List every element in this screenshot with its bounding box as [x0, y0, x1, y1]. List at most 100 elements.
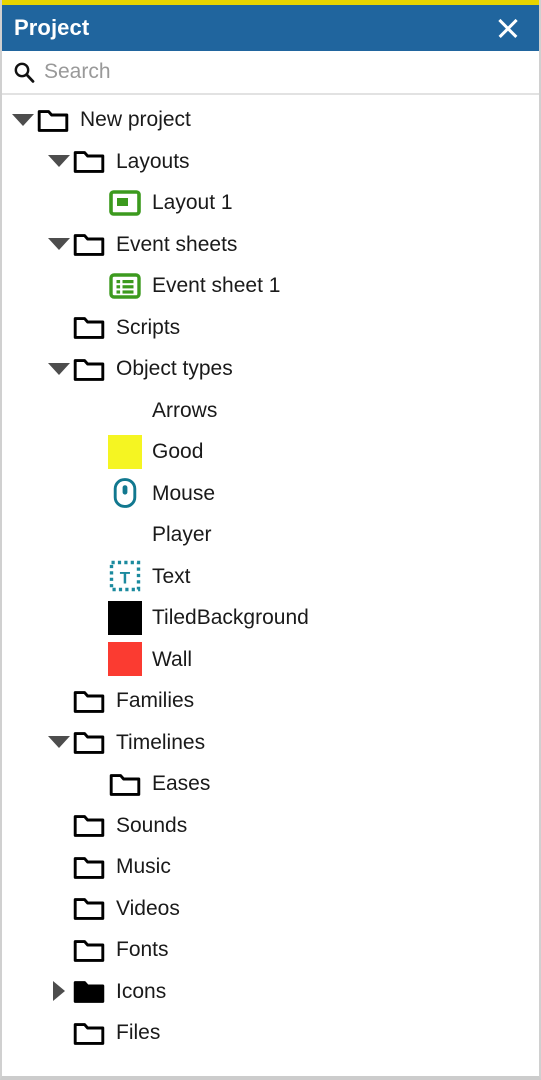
layout-icon [107, 188, 143, 218]
twisty-placeholder [47, 813, 71, 837]
chevron-down-icon[interactable] [47, 357, 71, 381]
tree-item-label: TiledBackground [152, 606, 309, 630]
twisty-placeholder [83, 440, 107, 464]
chevron-down-icon[interactable] [47, 730, 71, 754]
chevron-down-icon[interactable] [11, 108, 35, 132]
tree-item-label: Mouse [152, 481, 216, 505]
folder-outline-icon [71, 893, 107, 923]
project-panel: Project New project Layouts Layout 1 Event … [0, 0, 541, 1080]
folder-outline-icon [71, 686, 107, 716]
color-chip-icon [107, 642, 143, 677]
search-icon [13, 61, 35, 83]
folder-filled-icon [71, 976, 107, 1006]
tree-row[interactable]: Icons [2, 971, 539, 1013]
tree-item-label: Sounds [116, 813, 188, 837]
project-tree[interactable]: New project Layouts Layout 1 Event sheets Ev… [2, 95, 539, 1076]
tree-row[interactable]: T Text [2, 556, 539, 598]
twisty-placeholder [47, 1021, 71, 1045]
tree-row[interactable]: Arrows [2, 390, 539, 432]
folder-outline-icon [71, 312, 107, 342]
tree-row[interactable]: Mouse [2, 473, 539, 515]
twisty-placeholder [47, 689, 71, 713]
folder-outline-icon [71, 354, 107, 384]
tree-row[interactable]: Object types [2, 348, 539, 390]
tree-item-label: Wall [152, 647, 193, 671]
tree-row[interactable]: Families [2, 680, 539, 722]
tree-row[interactable]: Wall [2, 639, 539, 681]
tree-row[interactable]: Layouts [2, 141, 539, 183]
tree-item-label: Object types [116, 357, 233, 381]
panel-title: Project [14, 15, 90, 40]
tree-item-label: Layouts [116, 149, 190, 173]
tree-item-label: Player [152, 523, 212, 547]
mouse-icon [107, 478, 143, 509]
folder-outline-icon [35, 105, 71, 135]
twisty-placeholder [83, 564, 107, 588]
tree-row[interactable]: Eases [2, 763, 539, 805]
tree-item-label: Event sheet 1 [152, 274, 281, 298]
folder-outline-icon [71, 935, 107, 965]
twisty-placeholder [47, 938, 71, 962]
tree-item-label: Layout 1 [152, 191, 233, 215]
blank-icon [107, 395, 143, 425]
tree-item-label: Eases [152, 772, 211, 796]
tree-item-label: Videos [116, 896, 180, 920]
twisty-placeholder [83, 606, 107, 630]
folder-outline-icon [71, 1018, 107, 1048]
twisty-placeholder [83, 523, 107, 547]
tree-row[interactable]: Event sheets [2, 224, 539, 266]
tree-item-label: Music [116, 855, 171, 879]
twisty-placeholder [83, 398, 107, 422]
tree-row[interactable]: New project [2, 99, 539, 141]
tree-item-label: Arrows [152, 398, 218, 422]
color-chip-icon [107, 434, 143, 469]
chevron-down-icon[interactable] [47, 149, 71, 173]
chevron-down-icon[interactable] [47, 232, 71, 256]
event-sheet-icon [107, 271, 143, 301]
tree-item-label: Event sheets [116, 232, 238, 256]
tree-row[interactable]: Files [2, 1012, 539, 1054]
tree-item-label: Text [152, 564, 191, 588]
tree-row[interactable]: Event sheet 1 [2, 265, 539, 307]
twisty-placeholder [83, 481, 107, 505]
twisty-placeholder [83, 772, 107, 796]
tree-item-label: Good [152, 440, 204, 464]
chevron-right-icon[interactable] [47, 979, 71, 1003]
tree-row[interactable]: Timelines [2, 722, 539, 764]
folder-outline-icon [107, 769, 143, 799]
folder-outline-icon [71, 146, 107, 176]
search-bar[interactable] [2, 51, 539, 95]
text-object-icon: T [107, 561, 143, 592]
panel-title-bar: Project [2, 5, 539, 51]
tree-item-label: Fonts [116, 938, 169, 962]
twisty-placeholder [83, 274, 107, 298]
twisty-placeholder [83, 191, 107, 215]
tree-row[interactable]: TiledBackground [2, 597, 539, 639]
search-input[interactable] [44, 60, 464, 84]
svg-text:T: T [120, 569, 131, 588]
tree-item-label: Timelines [116, 730, 206, 754]
tree-row[interactable]: Good [2, 431, 539, 473]
tree-row[interactable]: Music [2, 846, 539, 888]
tree-item-label: New project [80, 108, 191, 132]
close-icon[interactable] [493, 13, 523, 43]
tree-row[interactable]: Sounds [2, 805, 539, 847]
folder-outline-icon [71, 810, 107, 840]
twisty-placeholder [47, 315, 71, 339]
tree-row[interactable]: Videos [2, 888, 539, 930]
tree-row[interactable]: Fonts [2, 929, 539, 971]
blank-icon [107, 520, 143, 550]
color-chip-icon [107, 600, 143, 635]
tree-row[interactable]: Player [2, 514, 539, 556]
folder-outline-icon [71, 727, 107, 757]
tree-row[interactable]: Scripts [2, 307, 539, 349]
twisty-placeholder [47, 896, 71, 920]
tree-item-label: Scripts [116, 315, 181, 339]
folder-outline-icon [71, 852, 107, 882]
tree-row[interactable]: Layout 1 [2, 182, 539, 224]
twisty-placeholder [47, 855, 71, 879]
folder-outline-icon [71, 229, 107, 259]
tree-item-label: Icons [116, 979, 167, 1003]
twisty-placeholder [83, 647, 107, 671]
tree-item-label: Families [116, 689, 195, 713]
